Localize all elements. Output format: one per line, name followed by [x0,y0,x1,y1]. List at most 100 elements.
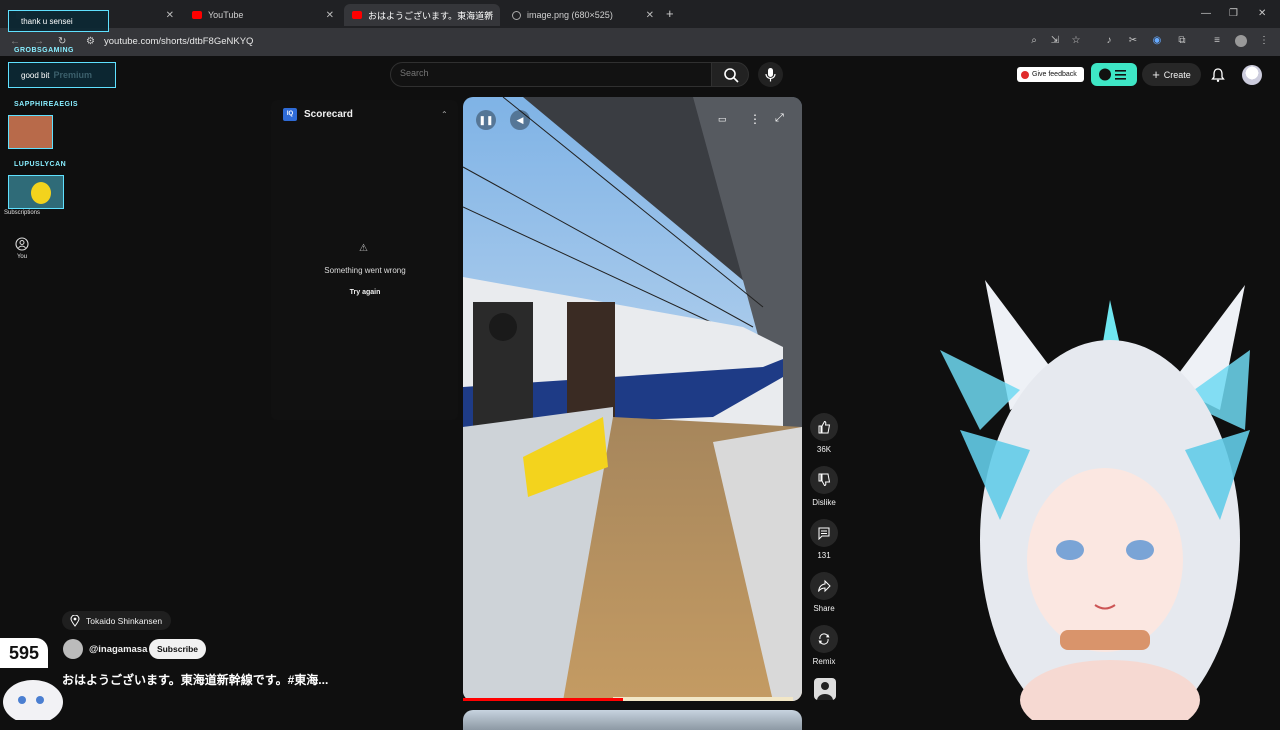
short-caption: おはようございます。東海道新幹線です。#東海... [62,673,329,687]
voice-search-button[interactable] [758,62,783,87]
bell-icon [1211,68,1225,82]
maximize-icon[interactable]: ❐ [1229,8,1238,19]
short-video-player[interactable] [463,97,802,701]
thumbs-down-icon [818,473,831,487]
extension-menu-button[interactable] [1091,63,1137,86]
location-label: Tokaido Shinkansen [86,615,163,626]
back-icon[interactable]: ← [10,36,20,47]
search-button[interactable] [711,62,749,87]
premium-logo-text: Premium [53,70,92,80]
chat-emote-image [8,175,64,209]
chat-message: thank u sensei [8,10,109,32]
close-icon[interactable]: ✕ [646,10,654,21]
tab-label: おはようございます。東海道新 [368,10,494,21]
emote-figure [31,182,51,204]
extension-active-icon[interactable]: ◉ [1151,35,1163,47]
forward-icon[interactable]: → [34,36,44,47]
volume-icon[interactable]: ◀ [510,110,530,130]
scorecard-logo-icon: IQ [283,108,297,121]
remix-button[interactable] [810,625,838,653]
account-avatar[interactable] [1242,65,1262,85]
install-icon[interactable]: ⇲ [1049,35,1061,47]
warning-icon: ⚠ [359,243,368,254]
viewer-counter: 595 [0,638,48,668]
sound-thumbnail[interactable] [814,678,836,700]
extension-logo-icon [1099,68,1126,81]
more-options-icon[interactable]: ⋮ [749,112,761,126]
pause-icon[interactable]: ❚❚ [476,110,496,130]
remix-label: Remix [812,657,836,666]
give-feedback-button[interactable]: Give feedback [1017,67,1084,82]
chat-message: good bit Premium [8,62,116,88]
reload-icon[interactable]: ↻ [58,36,66,47]
video-frame-image [463,97,802,701]
chat-username: GROBSGAMING [14,47,74,54]
close-icon[interactable]: ✕ [486,10,494,21]
thumbs-up-icon [818,420,831,434]
youtube-favicon-icon [192,11,202,19]
new-tab-button[interactable]: + [666,6,674,21]
vtuber-avatar-image [900,260,1280,730]
bookmark-star-icon[interactable]: ☆ [1070,35,1082,47]
scorecard-panel [271,100,458,420]
plus-icon: + [1152,67,1160,82]
location-chip[interactable]: Tokaido Shinkansen [62,611,171,630]
audio-icon[interactable]: ♪ [1103,35,1115,47]
dislike-label: Dislike [812,498,836,507]
menu-kebab-icon[interactable]: ⋮ [1258,35,1270,47]
scorecard-title: Scorecard [304,109,353,120]
browser-tab-image[interactable]: image.png (680×525) ✕ [504,4,660,26]
media-icon[interactable]: ≡ [1211,35,1223,47]
create-button[interactable]: + Create [1142,63,1201,86]
comments-button[interactable] [810,519,838,547]
close-icon[interactable]: ✕ [166,10,174,21]
mascot-icon [3,680,63,724]
share-label: Share [813,604,835,613]
like-count: 36K [816,445,832,454]
video-progress-bar[interactable] [463,698,623,701]
chat-emote-image [8,115,53,149]
feedback-label: Give feedback [1032,71,1077,78]
channel-avatar[interactable] [63,639,83,659]
tab-label: image.png (680×525) [527,10,613,20]
fullscreen-icon[interactable]: ⤢ [775,112,784,125]
chat-username: SAPPHIREAEGIS [14,101,79,108]
dislike-button[interactable] [810,466,838,494]
vtuber-character-icon [940,280,1250,730]
like-button[interactable] [810,413,838,441]
notifications-button[interactable] [1210,67,1226,88]
extension-icon[interactable]: ✂ [1127,35,1139,47]
comment-count: 131 [817,551,831,560]
minimize-icon[interactable]: — [1201,8,1211,19]
person-icon [817,682,833,700]
share-icon [818,579,831,593]
tab-label: YouTube [208,10,244,20]
share-button[interactable] [810,572,838,600]
sidebar-item-label: Subscriptions [3,210,41,216]
sidebar-item-label: You [16,254,28,260]
globe-icon [512,10,521,20]
remix-icon [818,633,830,645]
try-again-button[interactable]: Try again [300,289,430,296]
site-info-icon[interactable]: ⚙ [86,36,95,47]
url-field[interactable]: youtube.com/shorts/dtbF8GeNKYQ [104,36,253,47]
close-icon[interactable]: ✕ [326,10,334,21]
puzzle-icon[interactable]: ⧉ [1176,35,1188,47]
location-pin-icon [70,614,80,627]
subscribe-button[interactable]: Subscribe [149,639,206,659]
window-close-icon[interactable]: ✕ [1258,8,1266,19]
zoom-icon[interactable]: ⌕ [1028,35,1040,47]
profile-icon[interactable] [1235,35,1247,47]
create-label: Create [1163,69,1191,80]
captions-icon[interactable]: ▭ [718,114,727,125]
you-icon [15,237,29,251]
sidebar-item-you[interactable]: You [2,237,42,260]
browser-tab-active[interactable]: おはようございます。東海道新 ✕ [344,4,500,26]
search-input[interactable] [400,68,700,78]
channel-name[interactable]: @inagamasa [89,644,147,655]
youtube-favicon-icon [352,11,362,19]
feedback-icon [1021,70,1029,79]
browser-tab-youtube[interactable]: YouTube ✕ [184,4,340,26]
next-short-preview[interactable] [463,710,802,730]
chevron-up-icon[interactable]: ⌃ [441,110,448,119]
